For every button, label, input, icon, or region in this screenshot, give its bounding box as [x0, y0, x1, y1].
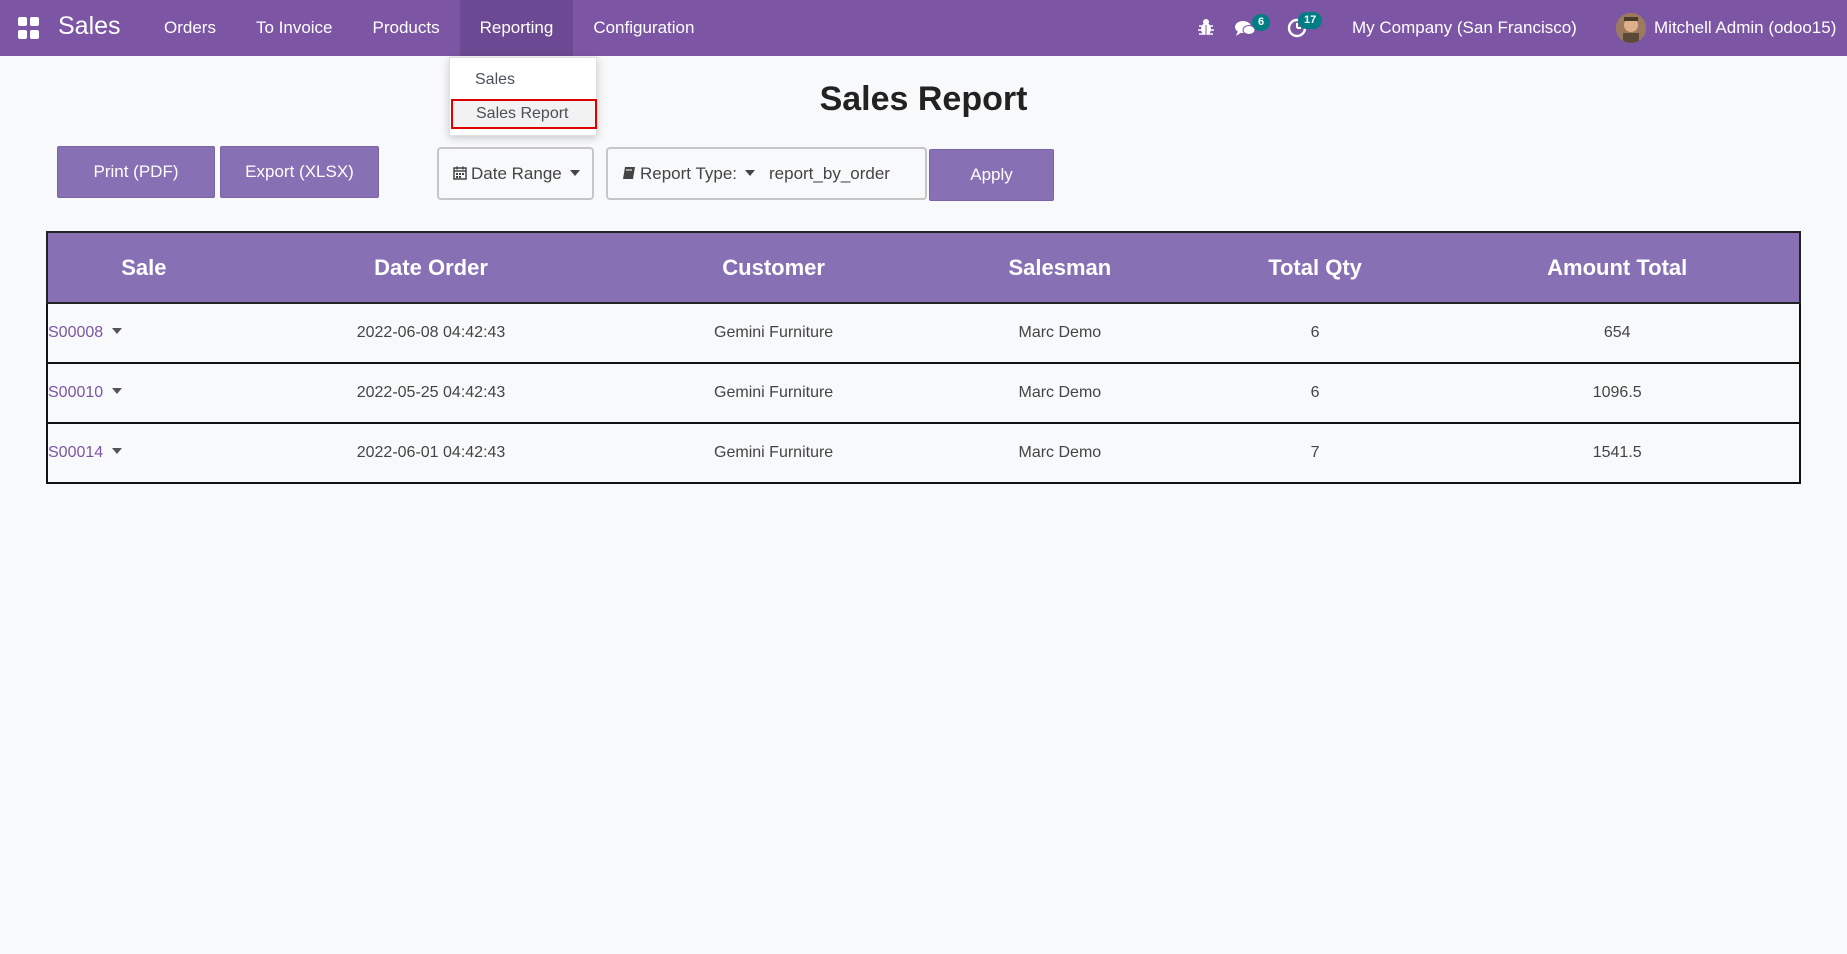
caret-down-icon[interactable]: [112, 387, 123, 394]
sale-cell[interactable]: S00014: [46, 423, 240, 484]
report-type-label: Report Type:: [640, 164, 738, 183]
bug-icon[interactable]: [1197, 16, 1215, 38]
menu-products[interactable]: Products: [353, 0, 460, 56]
activities-badge: 17: [1298, 12, 1323, 29]
table-row: S00010 2022-05-25 04:42:43 Gemini Furnit…: [46, 363, 1801, 424]
date-range-dropdown[interactable]: Date Range: [437, 147, 594, 200]
amount-total-cell: 1096.5: [1435, 363, 1801, 424]
customer-cell: Gemini Furniture: [622, 303, 925, 364]
report-type-value[interactable]: report_by_order: [769, 164, 890, 184]
customer-cell: Gemini Furniture: [622, 363, 925, 424]
print-pdf-button[interactable]: Print (PDF): [57, 146, 215, 198]
messages-badge: 6: [1252, 14, 1271, 31]
book-icon: [623, 166, 635, 179]
caret-down-icon[interactable]: [112, 447, 123, 454]
menu-reporting[interactable]: Reporting: [459, 0, 574, 56]
amount-total-cell: 654: [1435, 303, 1801, 364]
salesman-cell: Marc Demo: [924, 363, 1195, 424]
sales-report-table: Sale Date Order Customer Salesman Total …: [46, 231, 1801, 484]
chevron-down-icon: [569, 169, 580, 176]
salesman-cell: Marc Demo: [924, 303, 1195, 364]
date-order-cell: 2022-06-01 04:42:43: [239, 423, 623, 484]
export-xlsx-button[interactable]: Export (XLSX): [220, 146, 379, 198]
table-header-row: Sale Date Order Customer Salesman Total …: [46, 231, 1801, 304]
user-menu[interactable]: Mitchell Admin (odoo15): [1654, 18, 1836, 38]
header-sale: Sale: [46, 231, 240, 304]
header-salesman: Salesman: [924, 231, 1195, 304]
menu-orders[interactable]: Orders: [144, 0, 236, 56]
header-customer: Customer: [622, 231, 925, 304]
salesman-cell: Marc Demo: [924, 423, 1195, 484]
table-row: S00008 2022-06-08 04:42:43 Gemini Furnit…: [46, 303, 1801, 364]
amount-total-cell: 1541.5: [1435, 423, 1801, 484]
app-brand[interactable]: Sales: [58, 12, 121, 41]
report-type-selector[interactable]: Report Type: report_by_order: [606, 147, 927, 200]
total-qty-cell: 6: [1194, 363, 1436, 424]
total-qty-cell: 6: [1194, 303, 1436, 364]
chevron-down-icon: [745, 169, 756, 176]
date-order-cell: 2022-06-08 04:42:43: [239, 303, 623, 364]
sale-link[interactable]: S00014: [48, 444, 103, 461]
apply-button[interactable]: Apply: [929, 149, 1054, 201]
page-title: Sales Report: [819, 80, 1028, 118]
sale-link[interactable]: S00010: [48, 384, 103, 401]
apps-menu-icon[interactable]: [18, 17, 40, 39]
date-order-cell: 2022-05-25 04:42:43: [239, 363, 623, 424]
caret-down-icon[interactable]: [112, 327, 123, 334]
sale-cell[interactable]: S00008: [46, 303, 240, 364]
top-navbar: Sales Orders To Invoice Products Reporti…: [0, 0, 1847, 56]
header-amount-total: Amount Total: [1435, 231, 1801, 304]
customer-cell: Gemini Furniture: [622, 423, 925, 484]
table-row: S00014 2022-06-01 04:42:43 Gemini Furnit…: [46, 423, 1801, 484]
menu-to-invoice[interactable]: To Invoice: [236, 0, 353, 56]
sale-link[interactable]: S00008: [48, 324, 103, 341]
total-qty-cell: 7: [1194, 423, 1436, 484]
main-menu: Orders To Invoice Products Reporting Con…: [144, 0, 714, 56]
avatar[interactable]: [1616, 13, 1646, 43]
calendar-icon: [453, 166, 467, 180]
header-date-order: Date Order: [239, 231, 623, 304]
date-range-label: Date Range: [471, 164, 562, 183]
sale-cell[interactable]: S00010: [46, 363, 240, 424]
header-total-qty: Total Qty: [1194, 231, 1436, 304]
company-switcher[interactable]: My Company (San Francisco): [1352, 18, 1577, 38]
menu-configuration[interactable]: Configuration: [573, 0, 714, 56]
